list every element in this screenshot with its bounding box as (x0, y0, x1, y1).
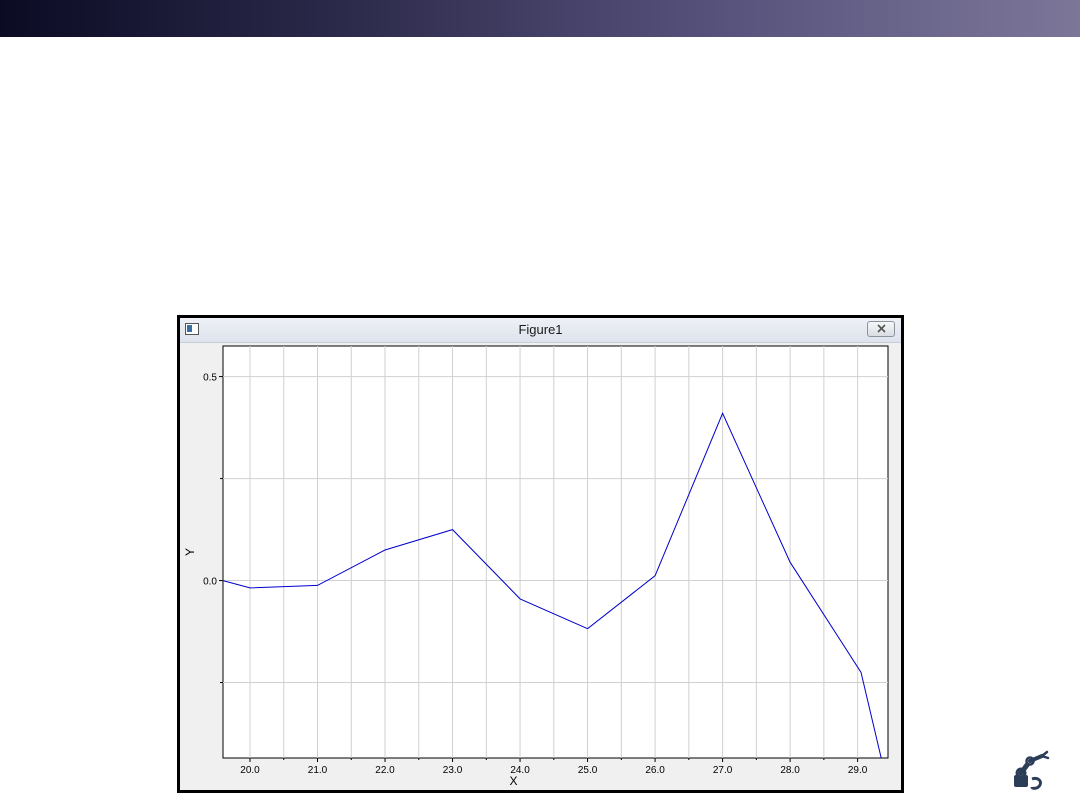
x-tick-label: 26.0 (645, 765, 665, 776)
x-tick-label: 28.0 (780, 765, 800, 776)
x-tick-label: 22.0 (375, 765, 395, 776)
figure-window: Figure1 20.0 21.0 22.0 23.0 24.0 25.0 26.0 27.0… (177, 315, 904, 793)
x-tick-label: 27.0 (713, 765, 733, 776)
y-tick-label: 0.0 (203, 577, 217, 588)
x-tick-label: 23.0 (443, 765, 463, 776)
robot-arm-logo (1014, 750, 1050, 790)
title-bar[interactable]: Figure1 (180, 318, 901, 343)
window-title: Figure1 (518, 322, 563, 337)
plot-background (222, 345, 889, 759)
x-axis-label: X (509, 774, 517, 788)
x-tick-label: 25.0 (578, 765, 598, 776)
y-axis-label: Y (183, 548, 197, 556)
y-tick-label: 0.5 (203, 373, 217, 384)
window-body: Figure1 20.0 21.0 22.0 23.0 24.0 25.0 26.0 27.0… (180, 318, 901, 790)
x-tick-label: 21.0 (308, 765, 328, 776)
close-button[interactable] (867, 321, 895, 337)
close-icon (877, 324, 886, 333)
plot-area[interactable]: 20.0 21.0 22.0 23.0 24.0 25.0 26.0 27.0 28.0 29.0… (180, 343, 901, 790)
x-tick-label: 20.0 (240, 765, 260, 776)
x-tick-label: 29.0 (848, 765, 868, 776)
top-banner (0, 0, 1080, 37)
